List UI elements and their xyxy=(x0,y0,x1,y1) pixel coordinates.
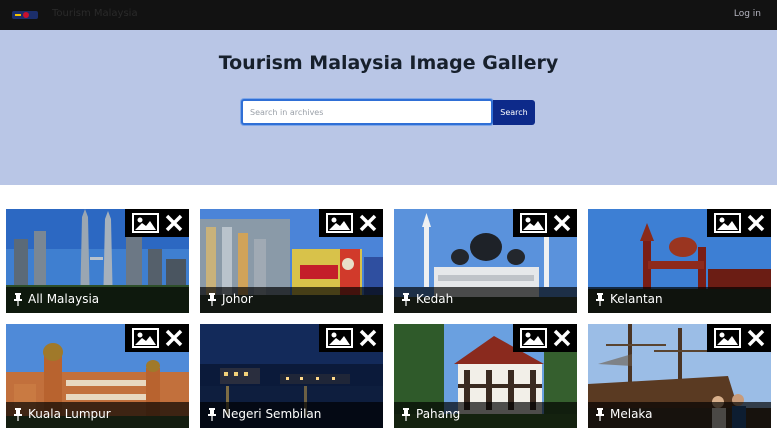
hero-banner: Tourism Malaysia Image Gallery Search xyxy=(0,30,777,185)
card-caption: Melaka xyxy=(588,402,771,428)
image-icon[interactable] xyxy=(326,213,353,233)
close-icon[interactable] xyxy=(747,329,765,347)
brand-name: Tourism Malaysia xyxy=(52,8,138,19)
gallery-card-johor[interactable]: Johor xyxy=(200,209,383,313)
image-icon[interactable] xyxy=(520,328,547,348)
close-icon[interactable] xyxy=(165,214,183,232)
image-icon[interactable] xyxy=(326,328,353,348)
card-tools xyxy=(125,209,189,237)
gallery-card-pahang[interactable]: Pahang xyxy=(394,324,577,428)
card-label: Kelantan xyxy=(610,292,663,306)
close-icon[interactable] xyxy=(359,214,377,232)
gallery-card-all-malaysia[interactable]: All Malaysia xyxy=(6,209,189,313)
close-icon[interactable] xyxy=(359,329,377,347)
card-caption: Kelantan xyxy=(588,287,771,313)
card-tools xyxy=(707,209,771,237)
close-icon[interactable] xyxy=(165,329,183,347)
close-icon[interactable] xyxy=(553,329,571,347)
pin-icon xyxy=(14,408,22,421)
tourism-malaysia-logo[interactable] xyxy=(12,9,38,21)
card-tools xyxy=(513,209,577,237)
card-caption: Kedah xyxy=(394,287,577,313)
card-caption: Pahang xyxy=(394,402,577,428)
gallery-card-kedah[interactable]: Kedah xyxy=(394,209,577,313)
gallery-card-negeri-sembilan[interactable]: Negeri Sembilan xyxy=(200,324,383,428)
card-tools xyxy=(319,324,383,352)
search-input[interactable] xyxy=(241,99,493,125)
image-icon[interactable] xyxy=(714,213,741,233)
close-icon[interactable] xyxy=(747,214,765,232)
gallery-card-kelantan[interactable]: Kelantan xyxy=(588,209,771,313)
pin-icon xyxy=(596,293,604,306)
card-tools xyxy=(319,209,383,237)
card-label: Negeri Sembilan xyxy=(222,407,322,421)
search-button[interactable]: Search xyxy=(493,100,535,125)
image-icon[interactable] xyxy=(132,328,159,348)
pin-icon xyxy=(208,408,216,421)
card-caption: Johor xyxy=(200,287,383,313)
login-link[interactable]: Log in xyxy=(734,9,761,19)
card-caption: Negeri Sembilan xyxy=(200,402,383,428)
card-label: All Malaysia xyxy=(28,292,100,306)
pin-icon xyxy=(402,408,410,421)
card-tools xyxy=(707,324,771,352)
gallery-card-melaka[interactable]: Melaka xyxy=(588,324,771,428)
pin-icon xyxy=(14,293,22,306)
card-caption: All Malaysia xyxy=(6,287,189,313)
card-label: Kuala Lumpur xyxy=(28,407,111,421)
top-navbar: Tourism Malaysia Log in xyxy=(0,0,777,30)
card-tools xyxy=(513,324,577,352)
card-caption: Kuala Lumpur xyxy=(6,402,189,428)
card-label: Kedah xyxy=(416,292,454,306)
image-icon[interactable] xyxy=(714,328,741,348)
pin-icon xyxy=(208,293,216,306)
pin-icon xyxy=(596,408,604,421)
pin-icon xyxy=(402,293,410,306)
gallery-card-kuala-lumpur[interactable]: Kuala Lumpur xyxy=(6,324,189,428)
card-tools xyxy=(125,324,189,352)
card-label: Pahang xyxy=(416,407,461,421)
card-label: Melaka xyxy=(610,407,653,421)
page-title: Tourism Malaysia Image Gallery xyxy=(218,52,559,74)
card-label: Johor xyxy=(222,292,253,306)
close-icon[interactable] xyxy=(553,214,571,232)
image-icon[interactable] xyxy=(520,213,547,233)
image-icon[interactable] xyxy=(132,213,159,233)
